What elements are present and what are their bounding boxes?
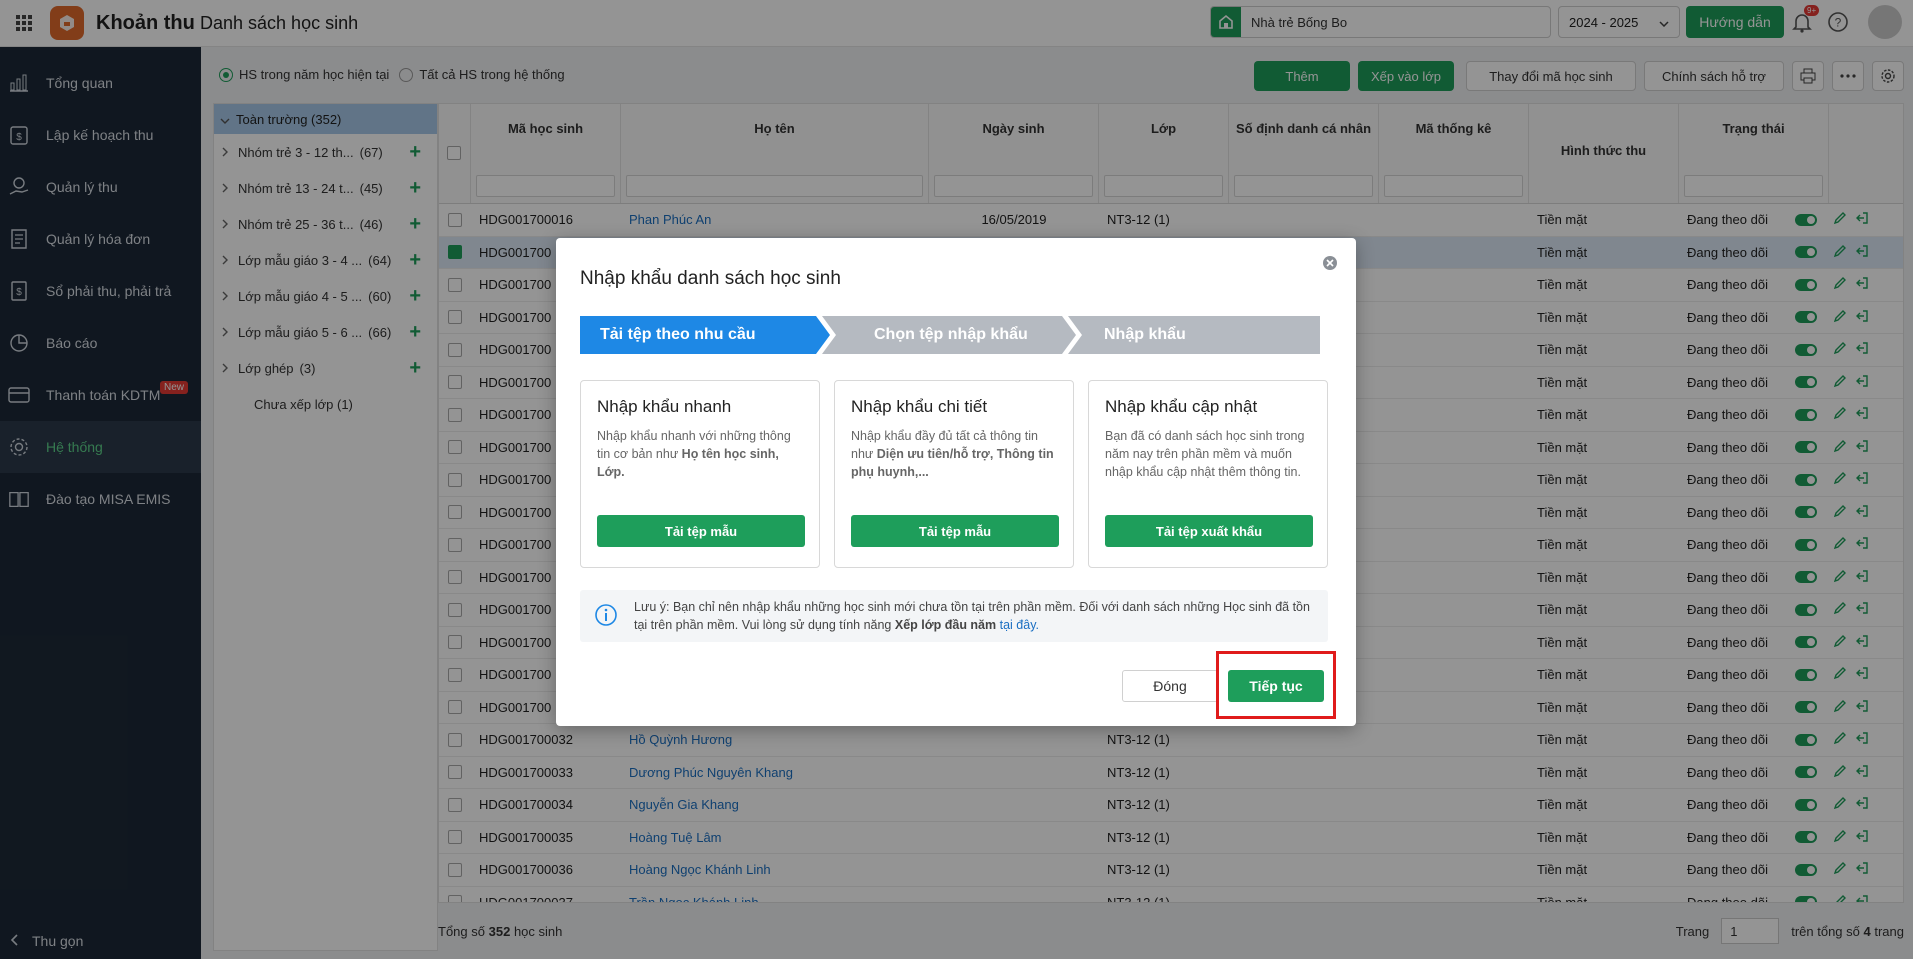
card-desc-text: Bạn đã có danh sách học sinh trong năm n… — [1105, 429, 1305, 479]
note-link[interactable]: tại đây. — [1000, 618, 1039, 632]
download-export-file-button[interactable]: Tải tệp xuất khẩu — [1105, 515, 1313, 547]
card-detailed-import: Nhập khẩu chi tiết Nhập khẩu đầy đủ tất … — [834, 380, 1074, 568]
step-label: Nhập khẩu — [1104, 326, 1186, 343]
import-options: Nhập khẩu nhanh Nhập khẩu nhanh với nhữn… — [580, 380, 1328, 568]
step-import: Nhập khẩu — [1068, 316, 1320, 354]
download-template-button[interactable]: Tải tệp mẫu — [597, 515, 805, 547]
card-quick-import: Nhập khẩu nhanh Nhập khẩu nhanh với nhữn… — [580, 380, 820, 568]
step-label: Chọn tệp nhập khẩu — [874, 326, 1028, 343]
note-feature-name: Xếp lớp đầu năm — [894, 618, 997, 632]
import-note: Lưu ý: Bạn chỉ nên nhập khẩu những học s… — [580, 590, 1328, 642]
card-update-import: Nhập khẩu cập nhật Bạn đã có danh sách h… — [1088, 380, 1328, 568]
modal-title: Nhập khẩu danh sách học sinh — [580, 268, 841, 289]
card-title: Nhập khẩu chi tiết — [851, 397, 988, 416]
card-description: Nhập khẩu đầy đủ tất cả thông tin như Di… — [851, 427, 1057, 481]
step-choose-file: Chọn tệp nhập khẩu — [822, 316, 1076, 354]
card-desc-bold: Diện ưu tiên/hỗ trợ, Thông tin phụ huynh… — [851, 447, 1054, 479]
card-title: Nhập khẩu nhanh — [597, 397, 732, 416]
close-icon[interactable] — [1322, 255, 1338, 271]
highlight-box — [1216, 651, 1336, 719]
step-label: Tải tệp theo nhu cầu — [600, 326, 756, 343]
info-icon — [594, 603, 618, 630]
close-button[interactable]: Đóng — [1122, 670, 1218, 702]
download-template-button[interactable]: Tải tệp mẫu — [851, 515, 1059, 547]
note-text: Lưu ý: Bạn chỉ nên nhập khẩu những học s… — [634, 598, 1314, 634]
import-steps: Tải tệp theo nhu cầu Chọn tệp nhập khẩu … — [580, 316, 1328, 354]
card-description: Nhập khẩu nhanh với những thông tin cơ b… — [597, 427, 803, 481]
card-description: Bạn đã có danh sách học sinh trong năm n… — [1105, 427, 1311, 481]
step-download-template: Tải tệp theo nhu cầu — [580, 316, 830, 354]
card-title: Nhập khẩu cập nhật — [1105, 397, 1258, 416]
